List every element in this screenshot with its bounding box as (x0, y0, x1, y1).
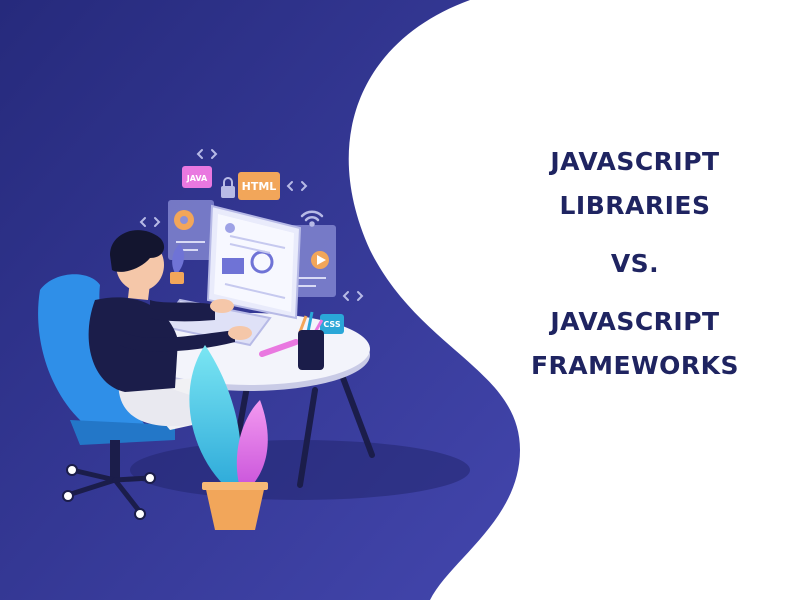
headline-vs: VS. (610, 249, 660, 278)
css-label: CSS (323, 320, 340, 329)
headline-line-2: LIBRARIES (559, 191, 711, 220)
headline-line-3: JAVASCRIPT (550, 307, 720, 336)
headline: JAVASCRIPT LIBRARIES VS. JAVASCRIPT FRAM… (500, 140, 770, 388)
headline-line-4: FRAMEWORKS (530, 351, 740, 380)
java-label: JAVA (186, 174, 208, 183)
html-label: HTML (242, 180, 277, 193)
banner: JAVA HTML CSS JAVASCRIPT LIBRARIES VS. J… (0, 0, 800, 600)
play-icon (311, 251, 329, 269)
headline-line-1: JAVASCRIPT (550, 147, 720, 176)
gear-icon (174, 210, 194, 230)
cloud-icon (225, 223, 235, 233)
